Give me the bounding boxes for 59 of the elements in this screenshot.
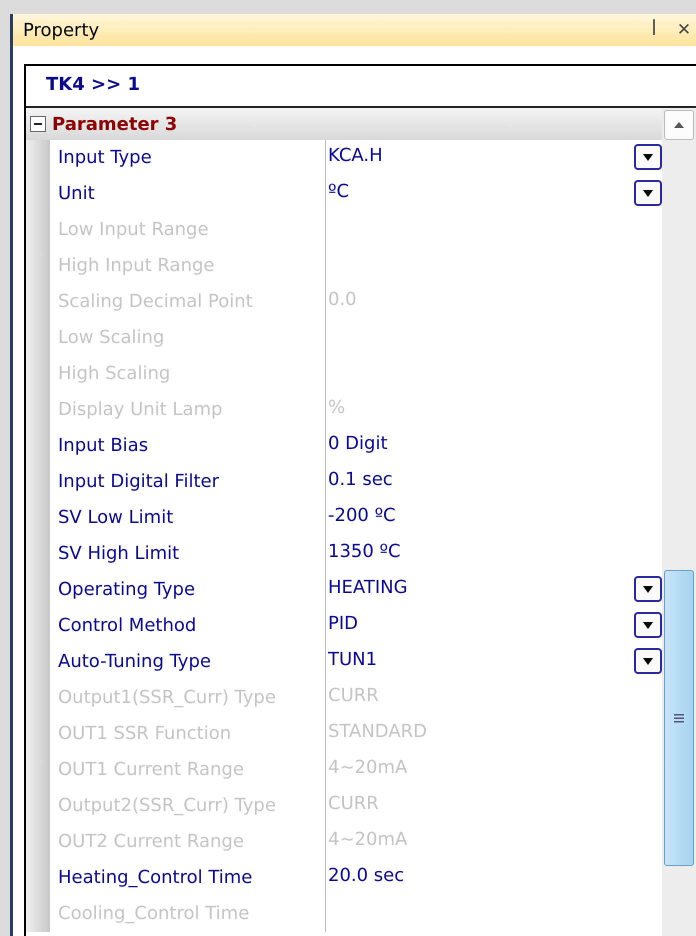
property-value: 0.1 sec xyxy=(328,468,394,492)
property-name: SV Low Limit xyxy=(50,500,326,536)
property-name: Unit xyxy=(50,176,326,212)
property-value: ºC xyxy=(328,180,350,204)
property-value: CURR xyxy=(328,684,380,708)
property-value: PID xyxy=(328,612,360,636)
dropdown-button[interactable] xyxy=(634,576,662,602)
property-name: Control Method xyxy=(50,608,326,644)
property-value: 20.0 sec xyxy=(328,864,406,888)
property-value: HEATING xyxy=(328,576,409,600)
property-value: % xyxy=(328,396,346,420)
scrollbar[interactable] xyxy=(662,108,696,936)
property-name: Scaling Decimal Point xyxy=(50,284,326,320)
close-button[interactable]: ✕ xyxy=(672,20,696,40)
caret-icon xyxy=(643,622,653,628)
property-name: SV High Limit xyxy=(50,536,326,572)
property-name: Low Scaling xyxy=(50,320,326,356)
property-name: Input Type xyxy=(50,140,326,176)
property-value: TUN1 xyxy=(328,648,378,672)
property-name: OUT1 SSR Function xyxy=(50,716,326,752)
property-value: 1350 ºC xyxy=(328,540,402,564)
property-value: 0.0 xyxy=(328,288,358,312)
property-value: CURR xyxy=(328,792,380,816)
caret-icon xyxy=(643,658,653,664)
property-name: Input Bias xyxy=(50,428,326,464)
property-value: 4~20mA xyxy=(328,828,408,852)
property-name: Auto-Tuning Type xyxy=(50,644,326,680)
property-name: Operating Type xyxy=(50,572,326,608)
scroll-thumb[interactable] xyxy=(664,570,694,866)
property-value: 0 Digit xyxy=(328,432,389,456)
dropdown-button[interactable] xyxy=(634,648,662,674)
property-name: Heating_Control Time xyxy=(50,860,326,896)
property-name: Input Digital Filter xyxy=(50,464,326,500)
property-name: Output1(SSR_Curr) Type xyxy=(50,680,326,716)
collapse-button[interactable] xyxy=(30,116,46,132)
grip-icon xyxy=(673,712,685,724)
property-value: KCA.H xyxy=(328,144,384,168)
caret-icon xyxy=(643,586,653,592)
dropdown-button[interactable] xyxy=(634,612,662,638)
property-name: High Scaling xyxy=(50,356,326,392)
panel-title: Property xyxy=(23,20,100,40)
property-value: STANDARD xyxy=(328,720,428,744)
property-name: High Input Range xyxy=(50,248,326,284)
property-name: Cooling_Control Time xyxy=(50,896,326,932)
property-value: -200 ºC xyxy=(328,504,397,528)
property-name: Display Unit Lamp xyxy=(50,392,326,428)
property-name: OUT1 Current Range xyxy=(50,752,326,788)
property-name: Output2(SSR_Curr) Type xyxy=(50,788,326,824)
caret-icon xyxy=(643,154,653,160)
property-value: 4~20mA xyxy=(328,756,408,780)
dropdown-button[interactable] xyxy=(634,144,662,170)
category-title: Parameter 3 xyxy=(52,114,178,134)
up-arrow-icon xyxy=(674,122,684,128)
scroll-up-button[interactable] xyxy=(664,110,694,140)
property-name: OUT2 Current Range xyxy=(50,824,326,860)
dropdown-button[interactable] xyxy=(634,180,662,206)
pin-button[interactable]: ꟾ xyxy=(642,20,666,40)
caret-icon xyxy=(643,190,653,196)
property-name: Low Input Range xyxy=(50,212,326,248)
